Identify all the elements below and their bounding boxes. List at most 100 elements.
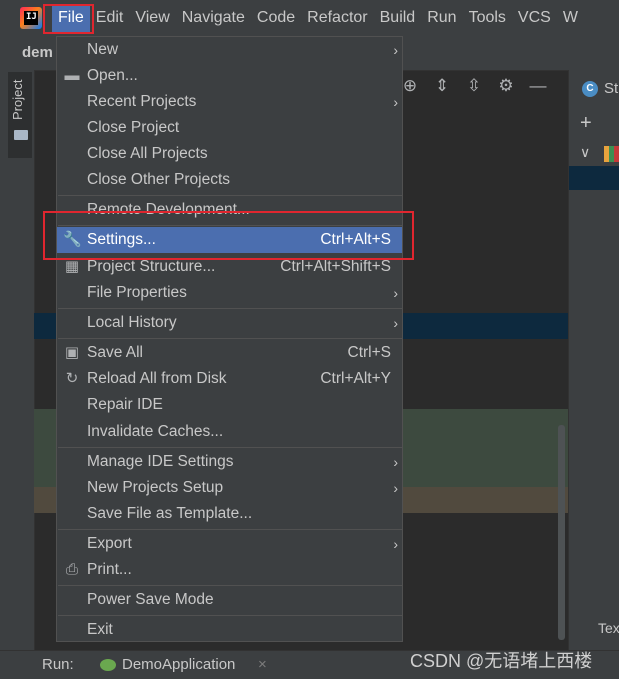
menu-item-label: Project Structure... [87,258,216,275]
menu-item-close-project[interactable]: Close Project [57,115,402,141]
menu-item-exit[interactable]: Exit [57,617,402,643]
menu-item-new-projects-setup[interactable]: New Projects Setup › [57,475,402,501]
menu-separator [58,195,403,196]
chart-icon [604,146,619,162]
reload-icon: ↻ [65,370,79,387]
menu-code[interactable]: Code [251,4,301,32]
chevron-right-icon: › [393,480,398,496]
menu-item-manage-ide-settings[interactable]: Manage IDE Settings › [57,449,402,475]
menu-item-invalidate-caches[interactable]: Invalidate Caches... [57,419,402,445]
chevron-right-icon: › [393,315,398,331]
hide-icon[interactable]: — [528,76,548,96]
menu-item-label: Save All [87,344,144,361]
menu-item-repair-ide[interactable]: Repair IDE [57,392,402,418]
menu-item-label: New [87,41,119,58]
menu-file[interactable]: File [52,4,90,32]
menu-item-local-history[interactable]: Local History › [57,310,402,336]
menu-separator [58,447,403,448]
menu-item-remote-development[interactable]: Remote Development... [57,197,402,223]
collapse-all-icon[interactable]: ⇳ [464,76,484,96]
menu-separator [58,529,403,530]
save-icon: ▣ [64,344,80,361]
menu-navigate[interactable]: Navigate [176,4,251,32]
menu-item-close-other-projects[interactable]: Close Other Projects [57,167,402,193]
right-panel-tab-label: St [604,80,619,97]
menu-edit[interactable]: Edit [90,4,130,32]
menu-item-label: Reload All from Disk [87,370,227,387]
menu-window[interactable]: W [557,4,584,32]
menu-item-label: Invalidate Caches... [87,423,224,440]
menu-item-save-file-as-template[interactable]: Save File as Template... [57,501,402,527]
run-label: Run: [42,656,74,673]
menu-item-label: Settings... [87,231,156,248]
menu-item-close-all-projects[interactable]: Close All Projects [57,141,402,167]
menu-item-label: Local History [87,314,177,331]
menu-item-power-save-mode[interactable]: Power Save Mode [57,587,402,613]
gear-icon[interactable]: ⚙ [496,76,516,96]
menu-item-file-properties[interactable]: File Properties › [57,280,402,306]
menu-item-label: Save File as Template... [87,505,253,522]
menu-item-shortcut: Ctrl+Alt+Shift+S [280,258,391,275]
chevron-right-icon: › [393,285,398,301]
menu-item-label: Close Project [87,119,180,136]
project-toolbar: ⊕ ⇕ ⇳ ⚙ — [400,76,548,96]
project-name: dem [22,44,53,61]
menu-item-new[interactable]: New › [57,37,402,63]
wrench-icon: 🔧 [63,231,82,248]
chevron-right-icon: › [393,454,398,470]
menu-item-label: Recent Projects [87,93,197,110]
menu-separator [58,585,403,586]
folder-icon [14,130,28,140]
menu-item-reload-all[interactable]: ↻ Reload All from Disk Ctrl+Alt+Y [57,366,402,392]
menu-run[interactable]: Run [421,4,462,32]
menu-separator [58,338,403,339]
menu-item-shortcut: Ctrl+Alt+Y [320,370,391,387]
menu-item-label: Manage IDE Settings [87,453,234,470]
menu-item-label: Remote Development... [87,201,250,218]
menu-vcs[interactable]: VCS [512,4,557,32]
menu-item-open[interactable]: ▬ Open... [57,63,402,89]
menu-item-label: New Projects Setup [87,479,224,496]
chevron-right-icon: › [393,94,398,110]
right-panel-bottom-text: Tex [598,620,619,636]
run-tab-demo-application[interactable]: DemoApplication [122,656,235,673]
menu-tools[interactable]: Tools [463,4,512,32]
project-tab-label: Project [10,79,25,120]
folder-open-icon: ▬ [64,67,80,84]
file-menu-dropdown: New › ▬ Open... Recent Projects › Close … [56,36,403,642]
right-panel-selection [569,166,619,190]
close-icon[interactable]: × [258,656,267,673]
menu-item-label: Print... [87,561,132,578]
plus-icon[interactable]: + [580,112,592,135]
menu-item-label: Close Other Projects [87,171,230,188]
menu-item-label: Export [87,535,132,552]
menu-bar: IJ File Edit View Navigate Code Refactor… [0,0,619,36]
menu-item-shortcut: Ctrl+S [347,344,392,361]
menu-refactor[interactable]: Refactor [301,4,373,32]
menu-view[interactable]: View [129,4,175,32]
menu-item-print[interactable]: ⎙ Print... [57,557,402,583]
intellij-logo-icon: IJ [20,7,42,29]
menu-item-project-structure[interactable]: ▦ Project Structure... Ctrl+Alt+Shift+S [57,254,402,280]
chevron-right-icon: › [393,42,398,58]
menu-item-export[interactable]: Export › [57,531,402,557]
menu-build[interactable]: Build [374,4,422,32]
menu-item-label: Open... [87,67,138,84]
right-panel-tab[interactable]: C St [582,80,618,97]
chevron-right-icon: › [393,536,398,552]
menu-item-settings[interactable]: 🔧 Settings... Ctrl+Alt+S [57,227,402,253]
menu-item-save-all[interactable]: ▣ Save All Ctrl+S [57,340,402,366]
chevron-down-icon[interactable]: ∨ [580,144,590,161]
locate-icon[interactable]: ⊕ [400,76,420,96]
menu-item-label: Repair IDE [87,396,163,413]
expand-all-icon[interactable]: ⇕ [432,76,452,96]
menu-item-recent-projects[interactable]: Recent Projects › [57,89,402,115]
project-structure-icon: ▦ [64,258,80,275]
menu-item-label: Power Save Mode [87,591,214,608]
menu-separator [58,308,403,309]
watermark: CSDN @无语堵上西楼 [410,651,593,671]
menu-item-label: Close All Projects [87,145,208,162]
editor-scrollbar[interactable] [558,425,565,640]
printer-icon: ⎙ [65,561,78,578]
spring-leaf-icon [100,659,116,671]
